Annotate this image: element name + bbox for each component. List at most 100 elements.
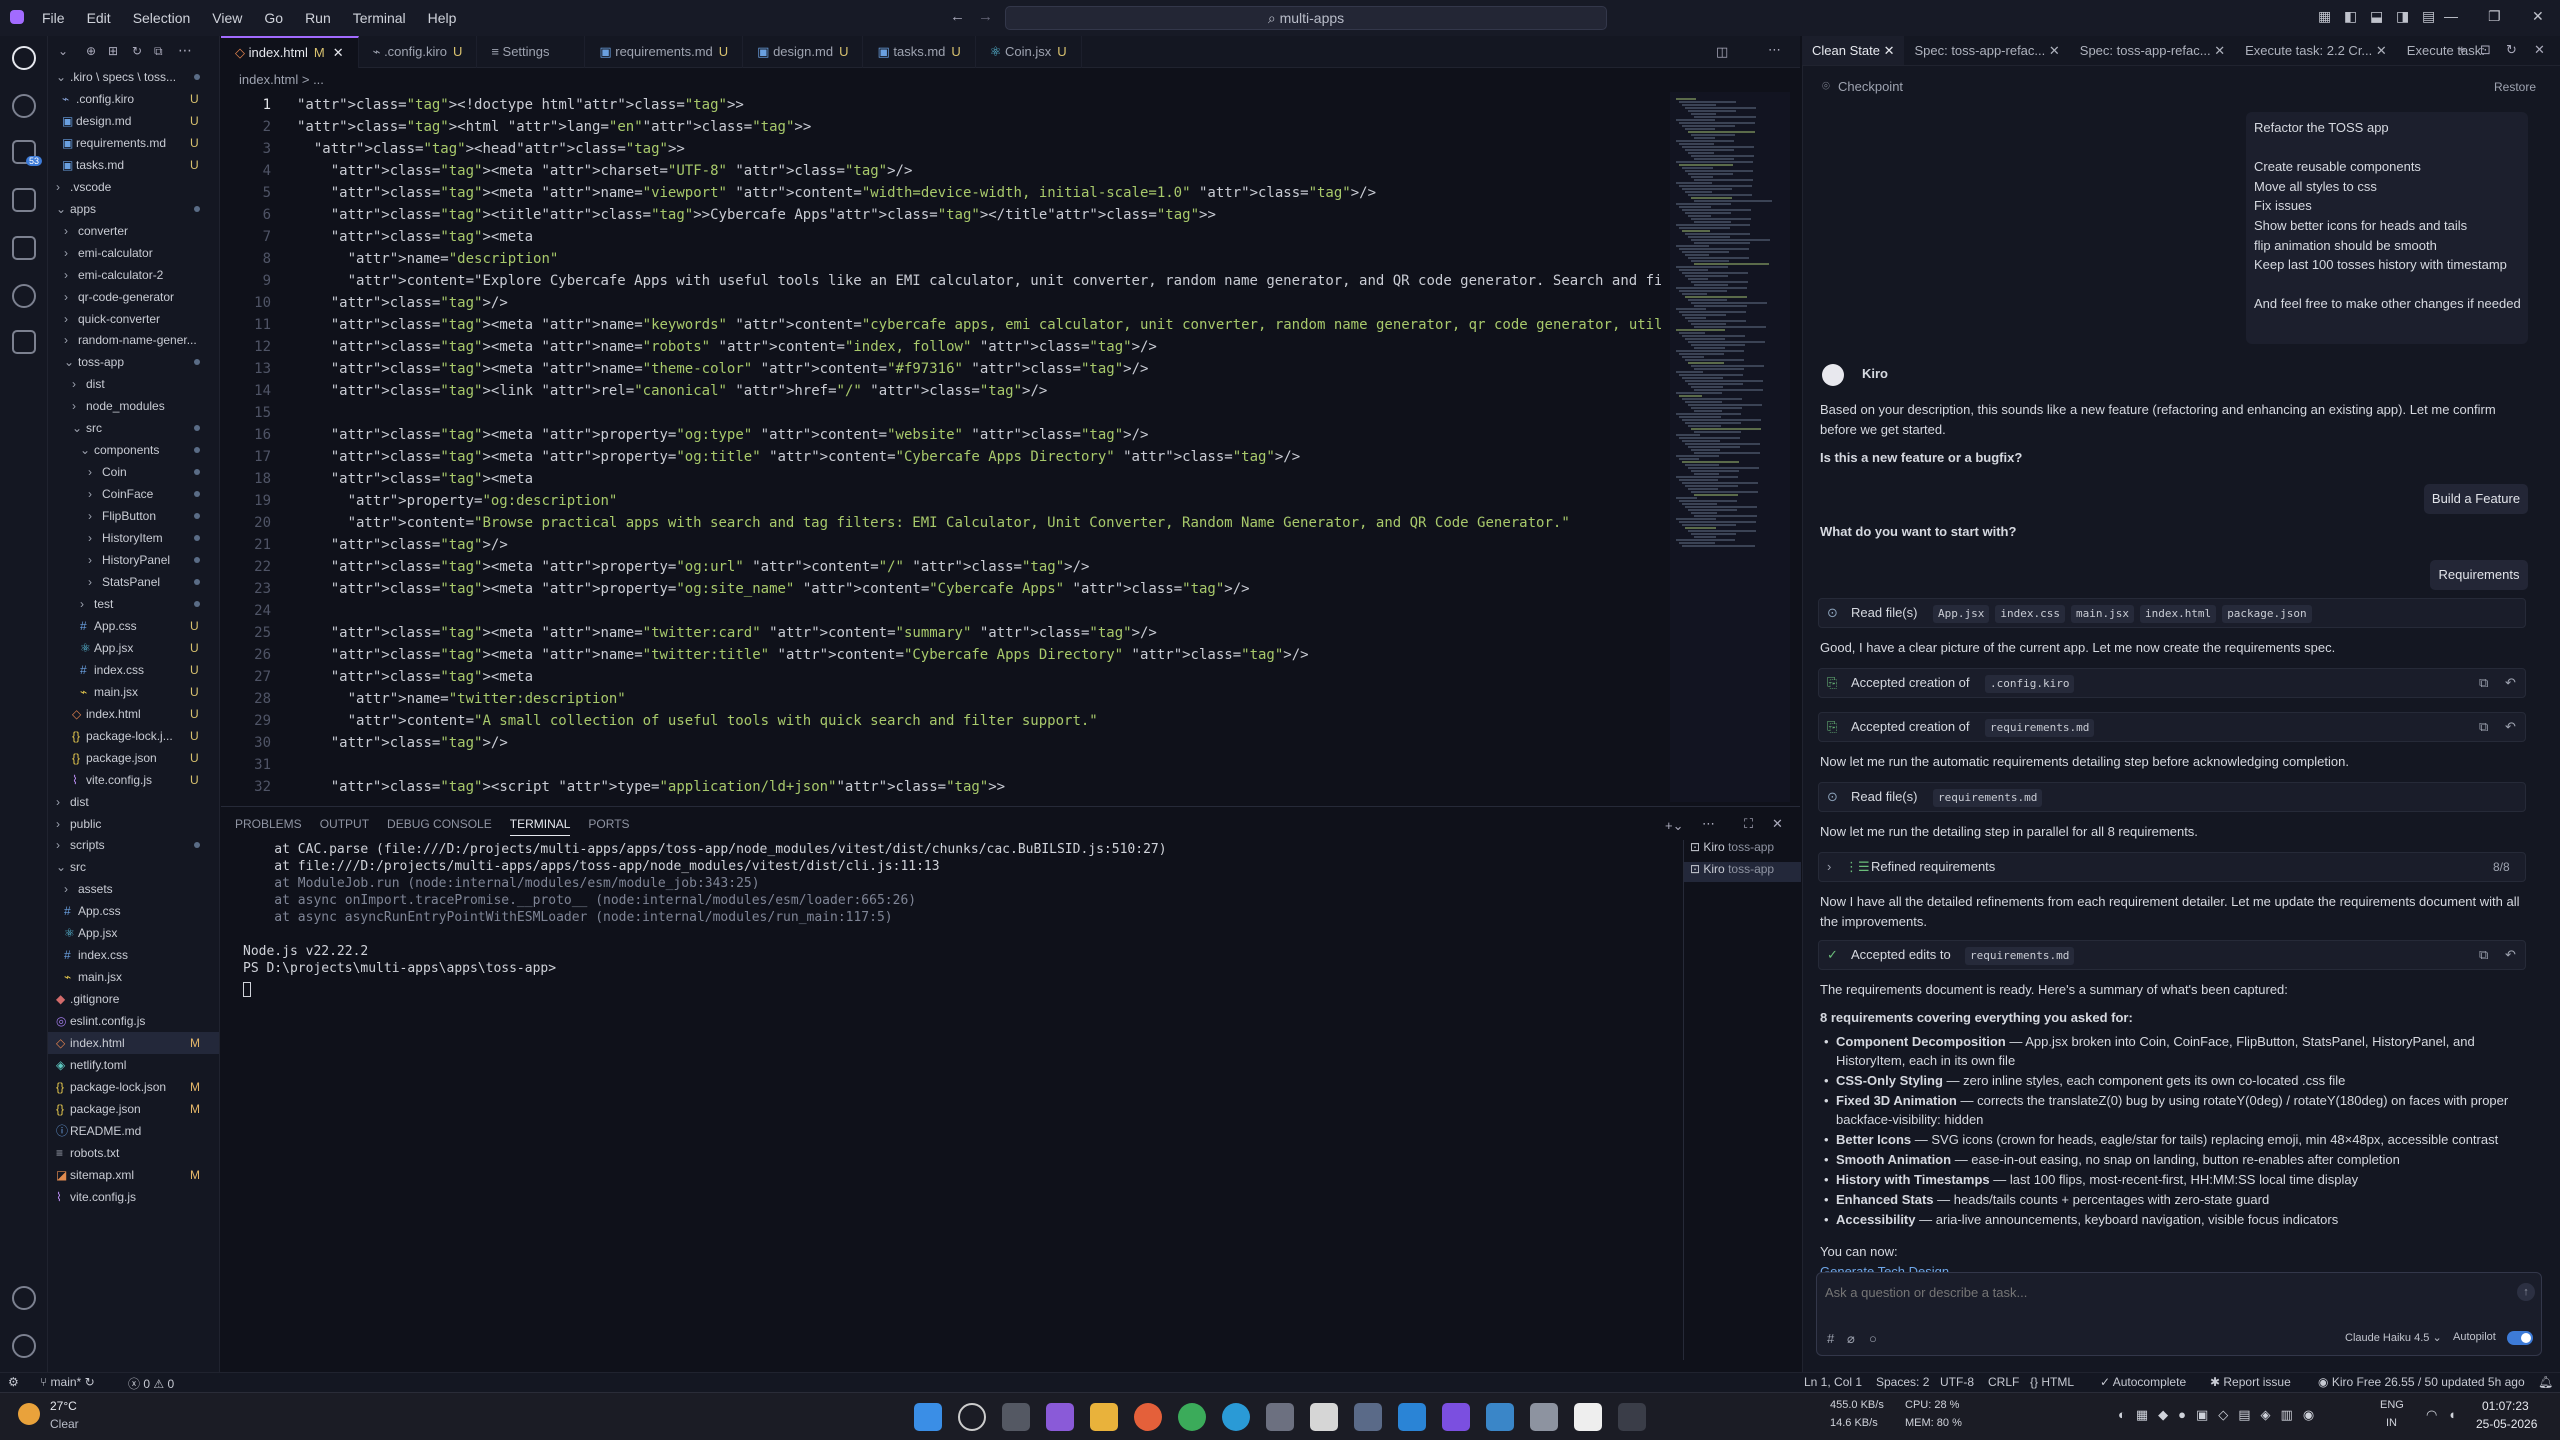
close-panel-icon[interactable]: ✕ (1772, 816, 1783, 832)
tab-index-html[interactable]: ◇ index.html M ✕ (221, 36, 359, 68)
tab-coin-jsx[interactable]: ⚛ Coin.jsx U (976, 36, 1082, 68)
panel-tab-terminal[interactable]: TERMINAL (509, 812, 571, 836)
kiro-ghost-icon[interactable] (12, 46, 36, 70)
close-icon[interactable]: ✕ (2376, 43, 2387, 58)
new-folder-icon[interactable]: ⊞ (108, 44, 118, 58)
tab-settings[interactable]: ≡ Settings (477, 36, 586, 68)
photos-icon[interactable] (1486, 1403, 1514, 1431)
tree-file[interactable]: # index.css U (48, 659, 219, 681)
tree-file[interactable]: ▣ requirements.md U (48, 132, 219, 154)
tree-file[interactable]: ⌁ main.jsx U (48, 681, 219, 703)
close-icon[interactable]: ✕ (2534, 42, 2545, 58)
tree-folder[interactable]: › emi-calculator-2 (48, 264, 219, 286)
weather-temp[interactable]: 27°C (50, 1399, 77, 1413)
accepted-creation-card[interactable]: ⎘ Accepted creation of requirements.md ⧉… (1818, 712, 2526, 742)
tree-file[interactable]: ⓘ README.md (48, 1120, 219, 1142)
search-icon[interactable] (958, 1403, 986, 1431)
open-diff-icon[interactable]: ⧉ (2479, 717, 2488, 737)
report-issue[interactable]: ✱ Report issue (2210, 1375, 2291, 1389)
breadcrumb[interactable]: index.html > ... (221, 68, 1800, 92)
more-icon[interactable]: ⋯ (178, 42, 192, 59)
open-diff-icon[interactable]: ⧉ (2479, 945, 2488, 965)
kiro-panel-icon[interactable] (12, 284, 36, 308)
close-icon[interactable]: ✕ (2532, 8, 2544, 25)
maximize-panel-icon[interactable]: ⛶ (1744, 816, 1753, 832)
menu-go[interactable]: Go (254, 6, 293, 30)
tree-folder[interactable]: › dist (48, 373, 219, 395)
close-icon[interactable]: ✕ (333, 45, 344, 60)
tree-file[interactable]: ◪ sitemap.xml M (48, 1164, 219, 1186)
file-chip[interactable]: App.jsx (1933, 605, 1990, 623)
tree-file[interactable]: ◎ eslint.config.js (48, 1010, 219, 1032)
language-mode[interactable]: {} HTML (2030, 1375, 2074, 1389)
tree-file[interactable]: {} package.json M (48, 1098, 219, 1120)
autocomplete-toggle[interactable]: ✓ Autocomplete (2100, 1375, 2186, 1389)
sidebar-toggle-icon[interactable]: ◧ (2344, 8, 2357, 25)
tree-folder[interactable]: › assets (48, 878, 219, 900)
attach-icon[interactable]: ⌀ (1847, 1331, 1855, 1347)
menu-edit[interactable]: Edit (77, 6, 121, 30)
panel-tab-debug-console[interactable]: DEBUG CONSOLE (387, 812, 492, 836)
task-view-icon[interactable] (1002, 1403, 1030, 1431)
tree-file[interactable]: ◇ index.html U (48, 703, 219, 725)
chat-history-icon[interactable]: ⊡ (2480, 42, 2491, 58)
notion-icon[interactable] (1574, 1403, 1602, 1431)
encoding[interactable]: UTF-8 (1940, 1375, 1974, 1389)
tree-file[interactable]: ⌁ main.jsx (48, 966, 219, 988)
tree-folder[interactable]: › StatsPanel (48, 571, 219, 593)
tree-file[interactable]: {} package-lock.json M (48, 1076, 219, 1098)
explorer-collapse-icon[interactable]: ⌄ (58, 44, 68, 58)
restore-icon[interactable]: ❐ (2488, 8, 2501, 25)
tree-file[interactable]: ⌇ vite.config.js U (48, 769, 219, 791)
remote-icon[interactable]: ⚙ (8, 1375, 19, 1389)
menu-help[interactable]: Help (418, 6, 467, 30)
tree-file[interactable]: ≡ robots.txt (48, 1142, 219, 1164)
tree-folder[interactable]: › CoinFace (48, 483, 219, 505)
tree-file[interactable]: ▣ design.md U (48, 110, 219, 132)
build-feature-button[interactable]: Build a Feature (2424, 484, 2528, 514)
hashtag-icon[interactable]: # (1827, 1331, 1834, 1346)
tree-folder[interactable]: › test (48, 593, 219, 615)
editor-more-icon[interactable]: ⋯ (1768, 42, 1781, 58)
file-explorer-icon[interactable] (1090, 1403, 1118, 1431)
tree-folder[interactable]: › FlipButton (48, 505, 219, 527)
wifi-icon[interactable]: ◠ (2426, 1407, 2437, 1423)
split-editor-icon[interactable]: ◫ (1716, 44, 1728, 60)
copilot-icon[interactable] (1046, 1403, 1074, 1431)
vscode-icon[interactable] (1398, 1403, 1426, 1431)
chat-input[interactable] (1825, 1281, 2465, 1303)
tree-folder[interactable]: ⌄ .kiro \ specs \ toss... (48, 66, 219, 88)
send-icon[interactable]: ↑ (2517, 1283, 2535, 1301)
file-chip[interactable]: index.css (1995, 605, 2065, 623)
panel-toggle-icon[interactable]: ⬓ (2370, 8, 2383, 25)
file-chip[interactable]: main.jsx (2070, 605, 2134, 623)
layout-toggle-icon[interactable]: ▦ (2318, 8, 2331, 25)
panel-tab-output[interactable]: OUTPUT (320, 812, 369, 836)
tree-folder[interactable]: › dist (48, 791, 219, 813)
close-icon[interactable]: ✕ (2214, 43, 2225, 58)
file-chip[interactable]: .config.kiro (1985, 675, 2075, 693)
file-chip[interactable]: requirements.md (1985, 719, 2095, 737)
read-files-card[interactable]: ⊙ Read file(s) requirements.md (1818, 782, 2526, 812)
kiro-app-icon[interactable] (1442, 1403, 1470, 1431)
tree-file[interactable]: {} package.json U (48, 747, 219, 769)
terminal-output[interactable]: at CAC.parse (file:///D:/projects/multi-… (243, 842, 1673, 1362)
tree-file[interactable]: # App.css (48, 900, 219, 922)
volume-icon[interactable]: ◖ (2448, 1407, 2456, 1422)
autopilot-toggle[interactable] (2507, 1331, 2533, 1345)
file-chip[interactable]: requirements.md (1965, 947, 2075, 965)
tree-folder[interactable]: › HistoryItem (48, 527, 219, 549)
panel-more-icon[interactable]: ⋯ (1702, 816, 1715, 832)
chat-toggle-icon[interactable]: ▤ (2422, 8, 2435, 25)
tray-icons[interactable]: ◐▦◆●▣◇▤◈▥◉ (2118, 1407, 2324, 1423)
tab-config-kiro[interactable]: ⌁ .config.kiro U (359, 36, 478, 68)
accepted-edits-card[interactable]: ✓ Accepted edits to requirements.md ⧉ ↶ (1818, 940, 2526, 970)
new-terminal-icon[interactable]: +⌄ (1665, 818, 1683, 834)
minimize-icon[interactable]: — (2444, 8, 2458, 24)
chat-tab-execute-1[interactable]: Execute task: 2.2 Cr... ✕ (2235, 36, 2397, 65)
menu-selection[interactable]: Selection (123, 6, 201, 30)
tree-file[interactable]: ⌇ vite.config.js (48, 1186, 219, 1208)
revert-icon[interactable]: ↶ (2505, 673, 2516, 693)
close-icon[interactable]: ✕ (2049, 43, 2060, 58)
menu-file[interactable]: File (32, 6, 75, 30)
